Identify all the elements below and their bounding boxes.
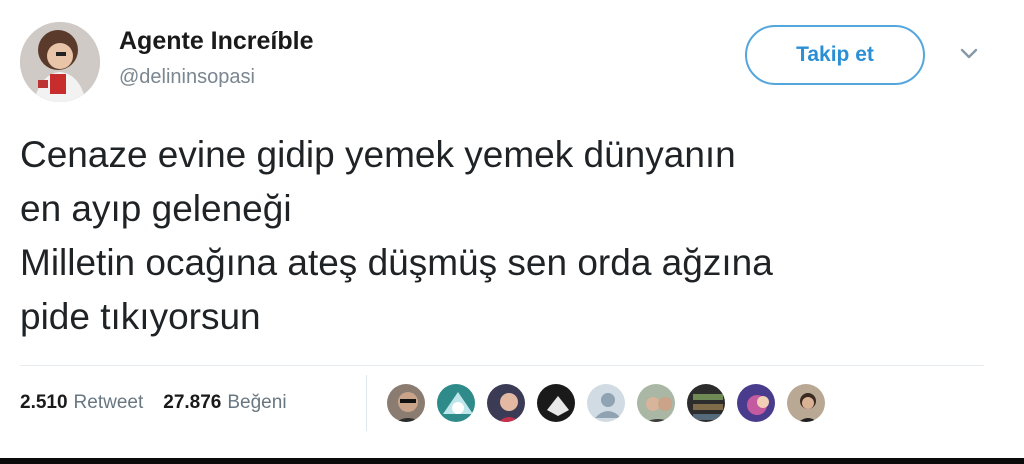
divider (366, 375, 367, 431)
tweet-card: Agente Increíble @delininsopasi Takip et… (0, 0, 1024, 458)
avatar[interactable] (20, 22, 100, 102)
tweet-text-line: Milletin ocağına ateş düşmüş sen orda ağ… (20, 242, 773, 283)
liker-avatar[interactable] (485, 382, 527, 424)
tweet-text-line: en ayıp geleneği (20, 188, 292, 229)
liker-avatar[interactable] (735, 382, 777, 424)
liker-avatar[interactable] (585, 382, 627, 424)
liker-avatar[interactable] (685, 382, 727, 424)
tweet-text-line: Cenaze evine gidip yemek yemek dünyanın (20, 134, 736, 175)
user-handle[interactable]: @delininsopasi (119, 66, 255, 89)
chevron-down-icon[interactable] (958, 46, 980, 62)
divider (20, 365, 984, 366)
liker-avatar[interactable] (385, 382, 427, 424)
tweet-text-line: pide tıkıyorsun (20, 296, 261, 337)
liker-avatar[interactable] (535, 382, 577, 424)
retweet-label[interactable]: Retweet (74, 392, 144, 414)
like-count[interactable]: 27.876 (163, 392, 221, 414)
tweet-text: Cenaze evine gidip yemek yemek dünyanın … (20, 128, 1000, 344)
avatar-image (20, 22, 100, 102)
liker-avatar[interactable] (635, 382, 677, 424)
liker-avatar[interactable] (435, 382, 477, 424)
liker-avatar[interactable] (785, 382, 827, 424)
like-label[interactable]: Beğeni (227, 392, 286, 414)
retweet-count[interactable]: 2.510 (20, 392, 68, 414)
follow-button[interactable]: Takip et (745, 25, 925, 85)
bottom-border (0, 458, 1024, 464)
tweet-stats: 2.510 Retweet 27.876 Beğeni (20, 388, 307, 418)
user-name[interactable]: Agente Increíble (119, 27, 314, 56)
